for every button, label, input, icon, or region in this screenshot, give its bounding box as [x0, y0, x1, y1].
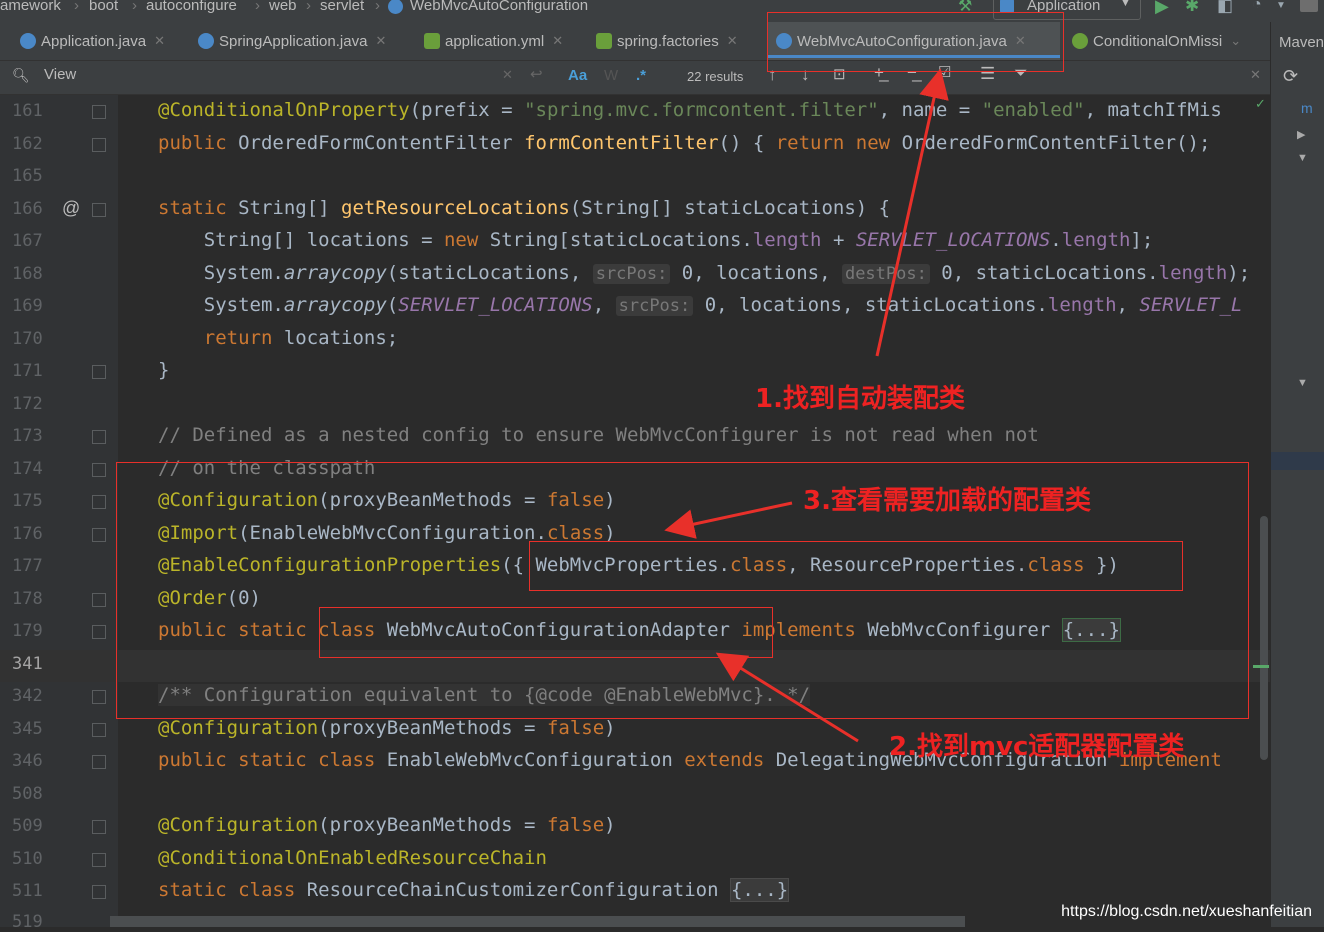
- annotation-arrows: [664, 68, 949, 743]
- arrow-to-tab: [875, 68, 949, 357]
- annotation-note-2: 2.找到mvc适配器配置类: [889, 732, 1185, 762]
- annotation-note-3: 3.查看需要加载的配置类: [803, 486, 1091, 516]
- annotation-note-1: 1.找到自动装配类: [755, 384, 965, 414]
- arrow-to-import: [664, 501, 793, 539]
- arrow-to-adapter: [715, 652, 859, 743]
- watermark-text: https://blog.csdn.net/xueshanfeitian: [1061, 903, 1312, 920]
